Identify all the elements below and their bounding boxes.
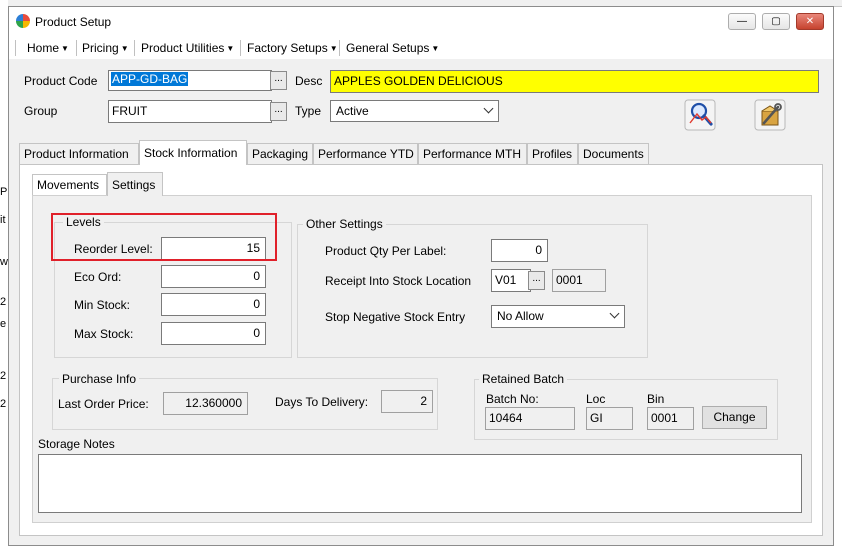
tools-icon xyxy=(754,99,786,131)
chevron-down-icon xyxy=(483,103,494,114)
menu-general-setups[interactable]: General Setups ▼ xyxy=(346,41,439,55)
storage-notes-textarea[interactable] xyxy=(38,454,802,513)
dropdown-arrow-icon: ▼ xyxy=(61,44,69,53)
stop-negative-stock-value: No Allow xyxy=(497,309,544,323)
stock-information-panel: Movements Settings Levels Reorder Level:… xyxy=(19,164,823,536)
product-code-label: Product Code xyxy=(24,74,98,88)
product-setup-window: Product Setup — ▢ ✕ Home ▼ Pricing ▼ Produ… xyxy=(8,6,834,546)
background-text: P xyxy=(0,186,8,198)
chevron-down-icon xyxy=(609,308,620,319)
background-text: it xyxy=(0,214,6,226)
tab-performance-mth[interactable]: Performance MTH xyxy=(418,143,527,164)
product-code-input[interactable]: APP-GD-BAG xyxy=(108,70,272,91)
background-text: w xyxy=(0,256,8,268)
dropdown-arrow-icon: ▼ xyxy=(226,44,235,53)
product-code-lookup-button[interactable]: ... xyxy=(270,71,287,90)
background-text: 2 xyxy=(0,296,7,308)
batch-no-field: 10464 xyxy=(485,407,575,430)
tab-packaging[interactable]: Packaging xyxy=(247,143,313,164)
background-window-edge: P it w 2 e 2 2 xyxy=(0,0,8,550)
background-text: e xyxy=(0,318,7,330)
loc-field: GI xyxy=(586,407,633,430)
type-select-value: Active xyxy=(336,104,369,118)
eco-ord-label: Eco Ord: xyxy=(74,270,122,284)
batch-no-label: Batch No: xyxy=(486,392,539,406)
dropdown-arrow-icon: ▼ xyxy=(120,44,129,53)
storage-notes-label: Storage Notes xyxy=(38,437,115,451)
menu-separator xyxy=(339,40,340,56)
max-stock-label: Max Stock: xyxy=(74,327,134,341)
min-stock-label: Min Stock: xyxy=(74,298,131,312)
dropdown-arrow-icon: ▼ xyxy=(329,44,338,53)
menu-pricing[interactable]: Pricing ▼ xyxy=(82,41,129,55)
window-title: Product Setup xyxy=(35,15,112,29)
desc-input[interactable]: APPLES GOLDEN DELICIOUS xyxy=(330,70,819,93)
tab-stock-information[interactable]: Stock Information xyxy=(139,140,247,165)
tools-button[interactable] xyxy=(754,99,786,131)
menu-factory-setups[interactable]: Factory Setups ▼ xyxy=(247,41,338,55)
search-product-button[interactable] xyxy=(684,99,716,131)
days-to-delivery-label: Days To Delivery: xyxy=(275,395,369,409)
app-logo-icon xyxy=(16,14,30,28)
background-text: 2 xyxy=(0,370,7,382)
bin-label: Bin xyxy=(647,392,665,406)
purchase-info-title: Purchase Info xyxy=(59,372,140,386)
other-settings-title: Other Settings xyxy=(303,217,386,231)
menu-separator xyxy=(76,40,77,56)
settings-panel: Levels Reorder Level: 15 Eco Ord: 0 Min … xyxy=(32,195,812,523)
menu-bar: Home ▼ Pricing ▼ Product Utilities ▼ Factor… xyxy=(9,37,833,59)
close-button[interactable]: ✕ xyxy=(796,13,824,30)
eco-ord-input[interactable]: 0 xyxy=(161,265,266,288)
type-select[interactable]: Active xyxy=(330,100,499,122)
desc-label: Desc xyxy=(295,74,323,88)
receipt-location-lookup-button[interactable]: ... xyxy=(528,271,545,290)
loc-label: Loc xyxy=(586,392,606,406)
max-stock-input[interactable]: 0 xyxy=(161,322,266,345)
stop-negative-stock-select[interactable]: No Allow xyxy=(491,305,625,328)
subtab-settings[interactable]: Settings xyxy=(107,172,163,196)
product-qty-per-label-input[interactable]: 0 xyxy=(491,239,548,262)
stop-negative-stock-label: Stop Negative Stock Entry xyxy=(325,310,466,324)
menu-home[interactable]: Home ▼ xyxy=(27,41,69,55)
receipt-location-input[interactable]: V01 xyxy=(491,269,531,292)
tab-performance-ytd[interactable]: Performance YTD xyxy=(313,143,418,164)
last-order-price-field: 12.360000 xyxy=(163,392,248,415)
product-code-selected-text: APP-GD-BAG xyxy=(111,72,189,86)
type-label: Type xyxy=(295,104,322,118)
close-icon: ✕ xyxy=(805,16,815,27)
group-lookup-button[interactable]: ... xyxy=(270,102,287,121)
group-input[interactable]: FRUIT xyxy=(108,100,272,123)
change-button[interactable]: Change xyxy=(702,406,767,429)
last-order-price-label: Last Order Price: xyxy=(58,397,149,411)
menu-product-utilities[interactable]: Product Utilities ▼ xyxy=(141,41,234,55)
subtab-movements[interactable]: Movements xyxy=(32,174,107,195)
restore-icon: ▢ xyxy=(771,16,781,27)
magnifier-icon xyxy=(684,99,716,131)
receipt-bin-field: 0001 xyxy=(552,269,606,292)
dropdown-arrow-icon: ▼ xyxy=(431,44,440,53)
menu-separator xyxy=(15,40,16,56)
background-text: 2 xyxy=(0,398,7,410)
title-bar[interactable]: Product Setup — ▢ ✕ xyxy=(9,7,833,37)
retained-batch-title: Retained Batch xyxy=(479,372,568,386)
bin-field: 0001 xyxy=(647,407,694,430)
minimize-icon: — xyxy=(737,16,747,27)
receipt-into-stock-location-label: Receipt Into Stock Location xyxy=(325,274,472,288)
restore-button[interactable]: ▢ xyxy=(762,13,790,30)
group-label: Group xyxy=(24,104,58,118)
reorder-level-highlight xyxy=(51,213,277,261)
tab-profiles[interactable]: Profiles xyxy=(527,143,578,164)
menu-separator xyxy=(240,40,241,56)
tab-documents[interactable]: Documents xyxy=(578,143,649,164)
product-qty-per-label-label: Product Qty Per Label: xyxy=(325,244,447,258)
tab-product-information[interactable]: Product Information xyxy=(19,143,139,164)
days-to-delivery-field: 2 xyxy=(381,390,433,413)
min-stock-input[interactable]: 0 xyxy=(161,293,266,316)
menu-separator xyxy=(134,40,135,56)
minimize-button[interactable]: — xyxy=(728,13,756,30)
